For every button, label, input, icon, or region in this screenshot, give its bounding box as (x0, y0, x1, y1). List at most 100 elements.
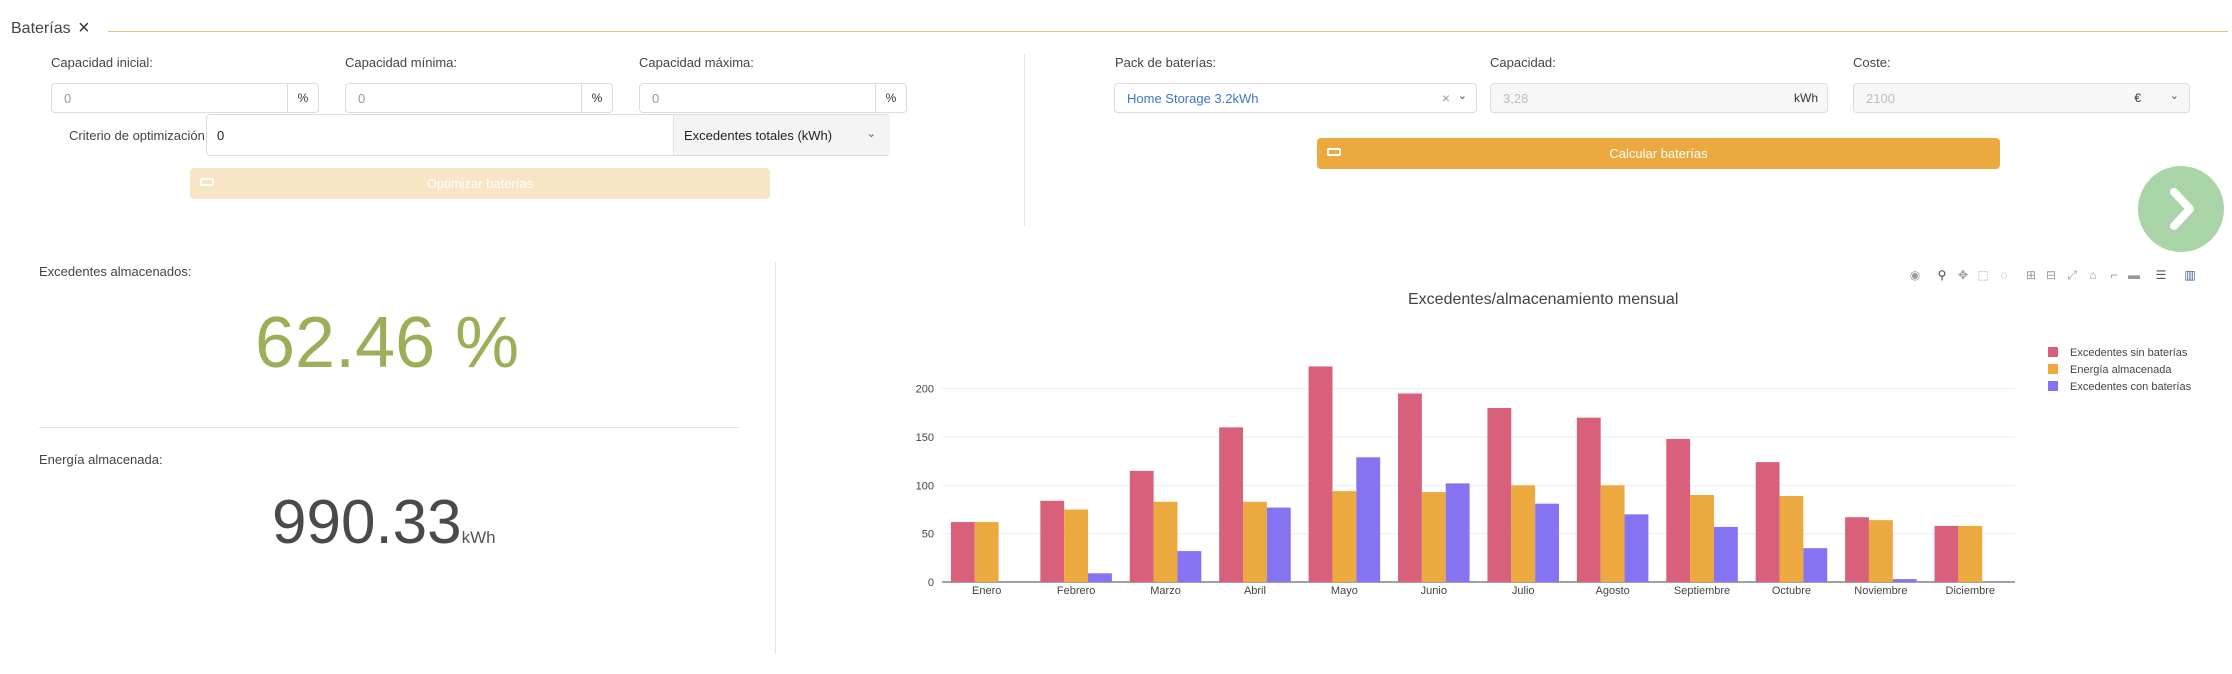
lasso-select-icon[interactable]: ◌ (1997, 268, 2011, 282)
bar (1040, 500, 1065, 582)
criterio-value: 0 (217, 128, 225, 143)
cap-maxima-unit: % (875, 84, 906, 112)
excedentes-value: 62.46 % (255, 303, 520, 383)
y-tick-label: 50 (922, 529, 934, 541)
bar (950, 522, 975, 582)
zoom-in-icon[interactable]: ⊞ (2024, 268, 2038, 282)
bar (1308, 366, 1333, 582)
coste-input: 2100 € ⌄ (1853, 83, 2190, 113)
cap-maxima-label: Capacidad máxima: (639, 55, 754, 70)
cap-minima-unit: % (581, 84, 612, 112)
spike-lines-icon[interactable]: ⌐ (2107, 268, 2121, 282)
bar (1243, 501, 1267, 582)
cap-inicial-label: Capacidad inicial: (51, 55, 153, 70)
bar (1511, 485, 1536, 582)
stats-separator (39, 427, 739, 428)
camera-icon[interactable]: ◉ (1908, 268, 1922, 282)
bar (1153, 501, 1178, 582)
criterio-select[interactable]: Excedentes totales (kWh) ⌄ (673, 115, 890, 155)
bar (1600, 485, 1625, 582)
bar (1535, 503, 1559, 582)
pack-value: Home Storage 3.2kWh (1127, 91, 1259, 106)
bar (1868, 520, 1893, 582)
x-tick-label: Marzo (1150, 585, 1181, 597)
capacidad-value: 3,28 (1503, 91, 1529, 106)
x-tick-label: Octubre (1772, 585, 1811, 597)
bar (1445, 483, 1470, 582)
cap-maxima-placeholder: 0 (652, 91, 660, 106)
optimize-button-label: Optimizar baterías (426, 176, 534, 191)
cap-minima-placeholder: 0 (358, 91, 366, 106)
x-tick-label: Julio (1512, 585, 1535, 597)
excedentes-label: Excedentes almacenados: (39, 264, 192, 279)
criterio-select-value: Excedentes totales (kWh) (684, 128, 833, 143)
bar (1624, 514, 1649, 582)
zoom-icon[interactable]: ⚲ (1935, 268, 1949, 282)
y-tick-label: 100 (916, 480, 934, 492)
form-divider (1024, 54, 1025, 226)
chevron-down-icon[interactable]: ⌄ (2170, 89, 2179, 102)
zoom-out-icon[interactable]: ⊟ (2044, 268, 2058, 282)
home-icon[interactable]: ⌂ (2086, 268, 2100, 282)
cap-inicial-unit: % (287, 84, 318, 112)
box-select-icon[interactable]: ⬚ (1976, 268, 1990, 282)
legend-swatch (2048, 347, 2058, 357)
y-tick-label: 200 (916, 384, 934, 396)
cap-maxima-input[interactable]: 0 % (639, 83, 907, 113)
pack-select[interactable]: Home Storage 3.2kWh × ⌄ (1114, 83, 1477, 113)
bar (1755, 462, 1780, 582)
x-tick-label: Abril (1244, 585, 1266, 597)
criterio-label: Criterio de optimización: (69, 128, 209, 143)
bar (1088, 573, 1112, 582)
calc-button[interactable]: Calcular baterías (1317, 138, 2000, 169)
panel-title: Baterías (11, 20, 71, 37)
x-tick-label: Febrero (1057, 585, 1096, 597)
legend-swatch (2048, 381, 2058, 391)
pan-icon[interactable]: ✥ (1956, 268, 1970, 282)
hover-compare-icon[interactable]: ☰ (2154, 268, 2168, 282)
chevron-down-icon[interactable]: ⌄ (1458, 89, 1467, 102)
bar (974, 522, 999, 582)
legend-label: Excedentes con baterías (2070, 381, 2192, 393)
x-tick-label: Agosto (1596, 585, 1630, 597)
bar (1690, 495, 1714, 582)
clear-icon[interactable]: × (1442, 90, 1450, 106)
chevron-down-icon: ⌄ (866, 128, 876, 140)
capacidad-input: 3,28 kWh (1490, 83, 1828, 113)
bar-chart: 0 50 100 150 200 Enero Febrero Marzo Abril Mayo Ju… (916, 347, 2192, 597)
criterio-input-group[interactable]: 0 Excedentes totales (kWh) ⌄ (206, 114, 890, 156)
energia-label: Energía almacenada: (39, 452, 163, 467)
plotly-logo-icon[interactable]: ▥ (2183, 268, 2197, 282)
cap-minima-input[interactable]: 0 % (345, 83, 613, 113)
bar (1356, 457, 1381, 582)
energia-unit: kWh (461, 528, 496, 547)
x-tick-label: Noviembre (1854, 585, 1907, 597)
cap-inicial-placeholder: 0 (64, 91, 72, 106)
bar (1576, 417, 1601, 582)
bar (1845, 517, 1869, 582)
optimize-button[interactable]: Optimizar baterías (190, 168, 770, 199)
bar (1803, 548, 1828, 582)
legend-label: Excedentes sin baterías (2070, 347, 2188, 359)
next-button[interactable] (2138, 166, 2224, 252)
energia-value: 990.33 (272, 488, 462, 557)
hover-closest-icon[interactable]: ▬ (2127, 268, 2141, 282)
y-tick-label: 0 (928, 577, 934, 589)
capacidad-unit: kWh (1794, 91, 1818, 105)
x-tick-label: Septiembre (1674, 585, 1730, 597)
bar (1129, 470, 1154, 582)
close-icon[interactable]: × (78, 18, 90, 38)
coste-value: 2100 (1866, 91, 1895, 106)
x-tick-label: Diciembre (1946, 585, 1996, 597)
bar (1219, 427, 1244, 582)
pack-label: Pack de baterías: (1115, 55, 1217, 70)
stats-divider (775, 262, 776, 654)
cap-inicial-input[interactable]: 0 % (51, 83, 319, 113)
legend-label: Energía almacenada (2070, 364, 2172, 376)
bar (1666, 438, 1691, 582)
cap-minima-label: Capacidad mínima: (345, 55, 457, 70)
bar (1958, 525, 1983, 582)
legend-swatch (2048, 364, 2058, 374)
x-tick-label: Mayo (1331, 585, 1358, 597)
autoscale-icon[interactable]: ⤢ (2065, 268, 2079, 282)
